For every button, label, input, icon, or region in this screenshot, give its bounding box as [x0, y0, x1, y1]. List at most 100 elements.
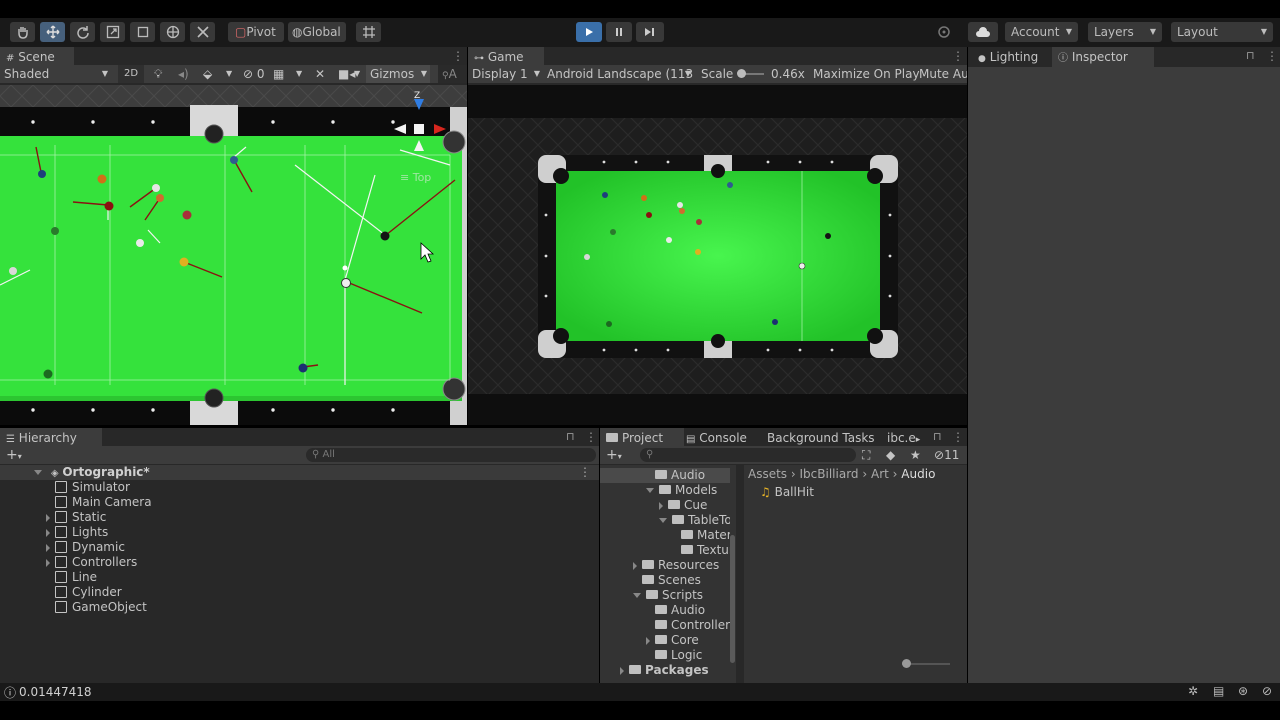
hidden-packages-toggle[interactable]: ⊘11 — [934, 446, 959, 464]
project-folder-item[interactable]: Packages — [600, 663, 730, 678]
cloud-button[interactable] — [968, 22, 998, 42]
transform-tool-button[interactable] — [160, 22, 185, 42]
breadcrumb-assets[interactable]: Assets — [748, 467, 787, 481]
project-folder-item[interactable]: Audio — [600, 603, 730, 618]
display-dropdown[interactable]: Display 1 ▼ — [472, 65, 542, 83]
hierarchy-item[interactable]: Dynamic — [0, 540, 125, 555]
scale-slider-thumb[interactable] — [737, 69, 746, 78]
project-folder-item[interactable]: Resources — [600, 558, 730, 573]
tree-scrollbar[interactable] — [730, 535, 735, 663]
project-folder-item[interactable]: Scenes — [600, 573, 730, 588]
lock-icon[interactable]: ⊓ — [566, 430, 575, 443]
network-icon[interactable]: ⊛ — [1238, 684, 1248, 698]
favorite-star-icon[interactable]: ★ — [910, 446, 921, 464]
lighting-toggle-icon[interactable]: 💡︎ — [154, 65, 162, 83]
grid-toggle-icon[interactable]: ▦ — [273, 65, 284, 83]
chevron-down-icon[interactable]: ▼ — [226, 65, 232, 83]
more-options-icon[interactable]: ⋮ — [579, 465, 591, 480]
custom-tool-button[interactable] — [190, 22, 215, 42]
resolution-dropdown[interactable]: Android Landscape (1136 ▼ — [547, 65, 693, 83]
search-by-label-icon[interactable]: ◆ — [886, 446, 895, 464]
expand-arrow-icon[interactable] — [646, 488, 654, 493]
scene-root-row[interactable]: ◈ Ortographic* ⋮ — [0, 465, 599, 480]
project-folder-item[interactable]: Audio — [600, 468, 730, 483]
project-folder-item[interactable]: TableTo — [600, 513, 730, 528]
hierarchy-search-field[interactable]: ⚲ All — [306, 448, 596, 462]
hierarchy-item[interactable]: Controllers — [0, 555, 137, 570]
global-toggle[interactable]: ◍Global — [288, 22, 346, 42]
tab-lighting[interactable]: ● Lighting — [972, 47, 1044, 67]
move-tool-button[interactable] — [40, 22, 65, 42]
expand-arrow-icon[interactable] — [46, 543, 50, 552]
hierarchy-item[interactable]: Cylinder — [0, 585, 122, 600]
scale-tool-button[interactable] — [100, 22, 125, 42]
tab-project[interactable]: Project — [600, 428, 684, 448]
shading-mode-dropdown[interactable]: Shaded ▼ — [4, 65, 110, 83]
more-options-icon[interactable]: ⋮ — [952, 49, 964, 63]
tab-overflow[interactable]: ibc.e▸ — [881, 428, 926, 448]
audio-toggle-icon[interactable]: ◂) — [178, 65, 189, 83]
project-folder-item[interactable]: Core — [600, 633, 730, 648]
expand-arrow-icon[interactable] — [659, 518, 667, 523]
effects-toggle-icon[interactable]: ⬙ — [203, 65, 212, 83]
scale-slider[interactable] — [737, 69, 764, 78]
hierarchy-item[interactable]: Static — [0, 510, 106, 525]
breadcrumb-audio[interactable]: Audio — [901, 467, 935, 481]
project-folder-item[interactable]: Scripts — [600, 588, 730, 603]
tab-inspector[interactable]: ⓘ Inspector — [1052, 47, 1154, 67]
create-button[interactable]: +▾ — [6, 446, 22, 464]
database-icon[interactable]: ▤ — [1213, 684, 1224, 698]
project-folder-item[interactable]: Models — [600, 483, 730, 498]
hierarchy-item[interactable]: Main Camera — [0, 495, 152, 510]
step-button[interactable] — [636, 22, 664, 42]
project-folder-item[interactable]: Cue — [600, 498, 730, 513]
project-search-field[interactable]: ⚲ — [640, 448, 856, 462]
lock-icon[interactable]: ⊓ — [1246, 49, 1255, 62]
more-options-icon[interactable]: ⋮ — [952, 430, 964, 444]
layout-dropdown[interactable]: Layout ▼ — [1171, 22, 1273, 42]
tab-hierarchy[interactable]: ☰ Hierarchy — [0, 428, 102, 448]
expand-arrow-icon[interactable] — [46, 528, 50, 537]
project-folder-item[interactable]: Logic — [600, 648, 730, 663]
tab-scene[interactable]: # Scene — [0, 47, 74, 67]
pivot-toggle[interactable]: ▢Pivot — [228, 22, 284, 42]
rotate-tool-button[interactable] — [70, 22, 95, 42]
account-dropdown[interactable]: Account ▼ — [1005, 22, 1078, 42]
visibility-toggle[interactable]: ⊘ 0 — [243, 65, 265, 83]
expand-arrow-icon[interactable] — [659, 501, 663, 510]
tab-background-tasks[interactable]: Background Tasks — [761, 428, 881, 448]
chevron-down-icon[interactable]: ▼ — [296, 65, 302, 83]
rect-tool-button[interactable] — [130, 22, 155, 42]
debug-icon[interactable]: ✲ — [1188, 684, 1198, 698]
expand-arrow-icon[interactable] — [633, 561, 637, 570]
scene-viewport[interactable]: Z ≡ Top — [0, 85, 467, 425]
hierarchy-item[interactable]: Lights — [0, 525, 108, 540]
camera-icon[interactable]: ■◂ — [338, 65, 355, 83]
game-viewport[interactable] — [468, 85, 967, 425]
tab-game[interactable]: ⊶ Game — [468, 47, 544, 67]
chevron-down-icon[interactable]: ▼ — [354, 65, 360, 83]
notifications-icon[interactable]: ⊘ — [1262, 684, 1272, 698]
breadcrumb-ibcbilliard[interactable]: IbcBilliard — [800, 467, 859, 481]
project-folder-item[interactable]: Mater — [600, 528, 730, 543]
lock-icon[interactable]: ⊓ — [933, 430, 942, 443]
project-folder-item[interactable]: Controllers — [600, 618, 730, 633]
icon-size-slider[interactable] — [902, 659, 950, 668]
hierarchy-item[interactable]: GameObject — [0, 600, 147, 615]
more-options-icon[interactable]: ⋮ — [452, 49, 464, 63]
expand-arrow-icon[interactable] — [620, 666, 624, 675]
tab-console[interactable]: ▤ Console — [680, 428, 753, 448]
scene-search-field[interactable]: ⚲A — [438, 65, 467, 83]
more-options-icon[interactable]: ⋮ — [585, 430, 597, 444]
grid-snap-button[interactable] — [356, 22, 381, 42]
gizmos-dropdown[interactable]: Gizmos ▼ — [366, 65, 430, 83]
breadcrumb-art[interactable]: Art — [871, 467, 889, 481]
hand-tool-button[interactable] — [10, 22, 35, 42]
tools-icon[interactable]: ✕ — [315, 65, 325, 83]
hierarchy-item[interactable]: Simulator — [0, 480, 130, 495]
hierarchy-item[interactable]: Line — [0, 570, 97, 585]
maximize-on-play-toggle[interactable]: Maximize On Play — [813, 65, 920, 83]
asset-item[interactable]: ♫ BallHit — [760, 485, 814, 500]
layers-dropdown[interactable]: Layers ▼ — [1088, 22, 1162, 42]
expand-arrow-icon[interactable] — [46, 513, 50, 522]
